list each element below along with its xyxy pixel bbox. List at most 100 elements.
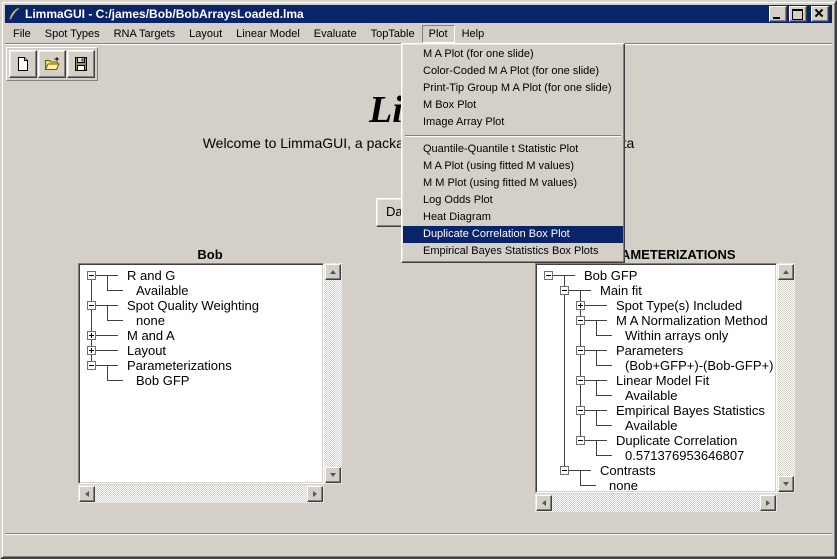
- new-file-button[interactable]: [9, 50, 37, 78]
- scroll-right-button[interactable]: [307, 486, 323, 502]
- menu-separator: [405, 135, 621, 137]
- menu-item-quantile-quantile-t-statistic-plot[interactable]: Quantile-Quantile t Statistic Plot: [403, 141, 623, 158]
- tree-node-none[interactable]: none: [85, 313, 323, 328]
- menubar-item-evaluate[interactable]: Evaluate: [307, 25, 364, 43]
- collapse-toggle-icon[interactable]: [574, 433, 590, 448]
- tree-line: [101, 268, 122, 283]
- menubar-item-toptable[interactable]: TopTable: [364, 25, 422, 43]
- menu-item-heat-diagram[interactable]: Heat Diagram: [403, 209, 623, 226]
- tree-line: [542, 343, 558, 358]
- tree-node-parameters[interactable]: Parameters: [542, 343, 776, 358]
- scroll-up-button[interactable]: [778, 264, 794, 280]
- open-file-icon: [44, 56, 60, 72]
- tree-line: [558, 403, 574, 418]
- maximize-button[interactable]: [789, 6, 807, 22]
- tree-line: [85, 283, 101, 298]
- tree-node-label: Layout: [127, 343, 166, 358]
- tree-node-label: none: [609, 478, 638, 493]
- tree-node-m-a-normalization-method[interactable]: M A Normalization Method: [542, 313, 776, 328]
- tree-node-spot-type-s-included[interactable]: Spot Type(s) Included: [542, 298, 776, 313]
- new-file-icon: [15, 56, 31, 72]
- menu-item-m-box-plot[interactable]: M Box Plot: [403, 97, 623, 114]
- right-tree-horizontal-scrollbar[interactable]: [535, 494, 777, 512]
- tree-node-m-and-a[interactable]: M and A: [85, 328, 323, 343]
- collapse-toggle-icon[interactable]: [558, 463, 574, 478]
- tree-node-r-and-g[interactable]: R and G: [85, 268, 323, 283]
- tree-line: [558, 343, 574, 358]
- collapse-toggle-icon[interactable]: [574, 403, 590, 418]
- menu-item-color-coded-m-a-plot-for-one-slide[interactable]: Color-Coded M A Plot (for one slide): [403, 63, 623, 80]
- menu-item-print-tip-group-m-a-plot-for-one-slide[interactable]: Print-Tip Group M A Plot (for one slide): [403, 80, 623, 97]
- menu-item-duplicate-correlation-box-plot[interactable]: Duplicate Correlation Box Plot: [403, 226, 623, 243]
- tree-node-layout[interactable]: Layout: [85, 343, 323, 358]
- menubar-item-help[interactable]: Help: [455, 25, 492, 43]
- tree-line: [542, 463, 558, 478]
- left-tree-vertical-scrollbar[interactable]: [324, 263, 342, 484]
- menubar-item-spot-types[interactable]: Spot Types: [38, 25, 107, 43]
- menubar-item-plot[interactable]: Plot: [422, 25, 455, 43]
- menubar-item-rna-targets[interactable]: RNA Targets: [107, 25, 183, 43]
- tree-node-label: M A Normalization Method: [616, 313, 768, 328]
- tree-node-parameterizations[interactable]: Parameterizations: [85, 358, 323, 373]
- scroll-down-button[interactable]: [325, 467, 341, 483]
- collapse-toggle-icon[interactable]: [574, 343, 590, 358]
- tree-line: [558, 478, 574, 493]
- tree-node-empirical-bayes-statistics[interactable]: Empirical Bayes Statistics: [542, 403, 776, 418]
- save-file-button[interactable]: [67, 50, 95, 78]
- right-tree[interactable]: Bob GFPMain fitSpot Type(s) IncludedM A …: [535, 263, 777, 493]
- tree-node-label: Duplicate Correlation: [616, 433, 737, 448]
- menu-item-image-array-plot[interactable]: Image Array Plot: [403, 114, 623, 131]
- menu-item-m-m-plot-using-fitted-m-values[interactable]: M M Plot (using fitted M values): [403, 175, 623, 192]
- left-tree[interactable]: R and GAvailableSpot Quality Weightingno…: [78, 263, 324, 484]
- tree-line: [85, 373, 101, 388]
- scroll-left-button[interactable]: [79, 486, 95, 502]
- menubar-item-file[interactable]: File: [6, 25, 38, 43]
- tree-node-bob-gfp-bob-gfp[interactable]: (Bob+GFP+)-(Bob-GFP+): [542, 358, 776, 373]
- scroll-left-button[interactable]: [536, 495, 552, 511]
- collapse-toggle-icon[interactable]: [85, 298, 101, 313]
- tree-node-label: (Bob+GFP+)-(Bob-GFP+): [625, 358, 773, 373]
- left-tree-horizontal-scrollbar[interactable]: [78, 485, 324, 503]
- tree-line: [590, 358, 620, 373]
- scroll-down-button[interactable]: [778, 476, 794, 492]
- menu-item-log-odds-plot[interactable]: Log Odds Plot: [403, 192, 623, 209]
- tree-node-within-arrays-only[interactable]: Within arrays only: [542, 328, 776, 343]
- minimize-button[interactable]: [769, 6, 787, 22]
- tree-line: [590, 448, 620, 463]
- scroll-right-button[interactable]: [760, 495, 776, 511]
- status-bar: [5, 535, 832, 556]
- right-tree-vertical-scrollbar[interactable]: [777, 263, 795, 493]
- tree-node-bob-gfp[interactable]: Bob GFP: [542, 268, 776, 283]
- collapse-toggle-icon[interactable]: [558, 283, 574, 298]
- expand-toggle-icon[interactable]: [574, 298, 590, 313]
- tree-node-duplicate-correlation[interactable]: Duplicate Correlation: [542, 433, 776, 448]
- tree-node-none[interactable]: none: [542, 478, 776, 493]
- expand-toggle-icon[interactable]: [85, 328, 101, 343]
- menu-item-m-a-plot-using-fitted-m-values[interactable]: M A Plot (using fitted M values): [403, 158, 623, 175]
- menu-item-m-a-plot-for-one-slide[interactable]: M A Plot (for one slide): [403, 46, 623, 63]
- tree-node-available[interactable]: Available: [542, 388, 776, 403]
- tree-node-label: Parameters: [616, 343, 683, 358]
- collapse-toggle-icon[interactable]: [574, 313, 590, 328]
- tree-node-contrasts[interactable]: Contrasts: [542, 463, 776, 478]
- expand-toggle-icon[interactable]: [85, 343, 101, 358]
- menubar-item-linear-model[interactable]: Linear Model: [229, 25, 307, 43]
- collapse-toggle-icon[interactable]: [85, 268, 101, 283]
- tree-node-0-571376953646807[interactable]: 0.571376953646807: [542, 448, 776, 463]
- open-file-button[interactable]: [38, 50, 66, 78]
- menubar-item-layout[interactable]: Layout: [182, 25, 229, 43]
- collapse-toggle-icon[interactable]: [542, 268, 558, 283]
- titlebar[interactable]: LimmaGUI - C:/james/Bob/BobArraysLoaded.…: [5, 5, 832, 23]
- app-window: LimmaGUI - C:/james/Bob/BobArraysLoaded.…: [0, 0, 837, 559]
- tree-node-spot-quality-weighting[interactable]: Spot Quality Weighting: [85, 298, 323, 313]
- tree-node-linear-model-fit[interactable]: Linear Model Fit: [542, 373, 776, 388]
- tree-node-main-fit[interactable]: Main fit: [542, 283, 776, 298]
- menu-item-empirical-bayes-statistics-box-plots[interactable]: Empirical Bayes Statistics Box Plots: [403, 243, 623, 260]
- tree-node-available[interactable]: Available: [542, 418, 776, 433]
- close-button[interactable]: [811, 6, 829, 22]
- collapse-toggle-icon[interactable]: [85, 358, 101, 373]
- tree-node-available[interactable]: Available: [85, 283, 323, 298]
- collapse-toggle-icon[interactable]: [574, 373, 590, 388]
- tree-node-bob-gfp[interactable]: Bob GFP: [85, 373, 323, 388]
- scroll-up-button[interactable]: [325, 264, 341, 280]
